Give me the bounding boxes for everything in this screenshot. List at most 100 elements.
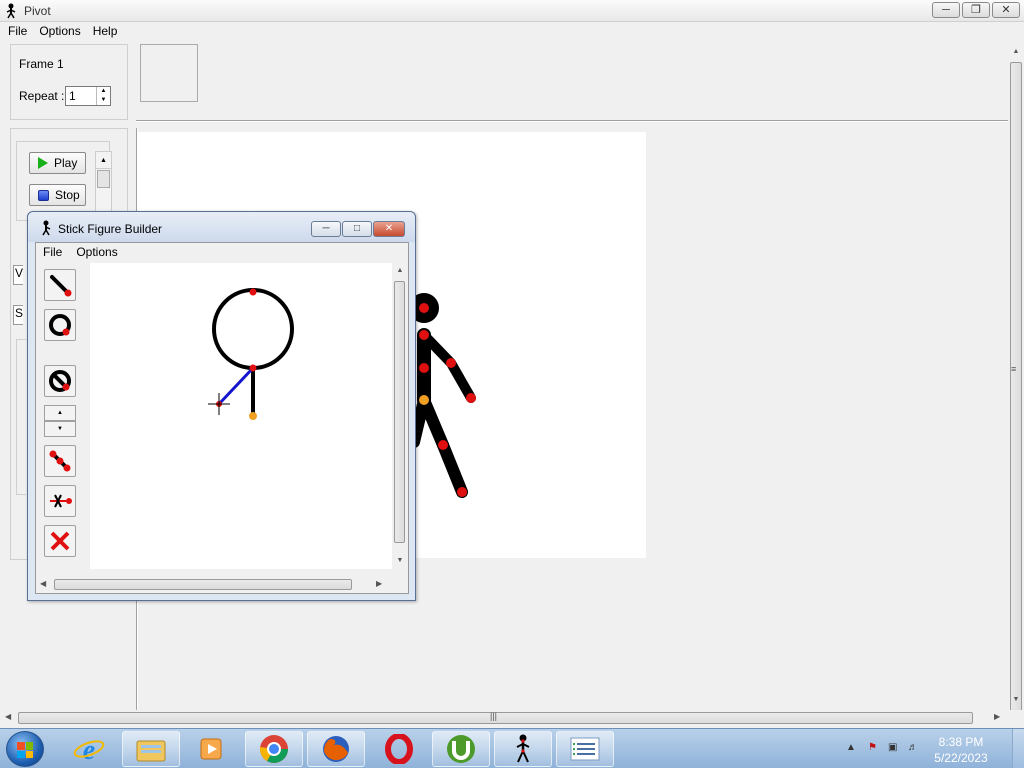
builder-app-icon bbox=[42, 220, 51, 236]
partial-group bbox=[16, 339, 26, 495]
taskbar-internet-explorer[interactable]: e bbox=[60, 731, 118, 767]
chrome-icon bbox=[260, 735, 288, 763]
stop-button[interactable]: Stop bbox=[29, 184, 86, 206]
builder-menu-options[interactable]: Options bbox=[69, 243, 124, 261]
windows-logo-icon bbox=[17, 742, 33, 758]
taskbar-file-explorer[interactable] bbox=[122, 731, 180, 767]
taskbar-pivot[interactable] bbox=[494, 731, 552, 767]
show-hidden-icons-icon[interactable]: ▲ bbox=[846, 742, 860, 756]
frame-panel: Frame 1 Repeat : 1 ▲ ▼ bbox=[10, 44, 128, 120]
builder-scroll-down-icon[interactable]: ▼ bbox=[392, 553, 408, 569]
play-label: Play bbox=[54, 156, 78, 170]
builder-scroll-right-icon[interactable]: ▶ bbox=[376, 579, 382, 588]
builder-vscroll-thumb[interactable] bbox=[394, 281, 405, 543]
menu-file[interactable]: File bbox=[2, 22, 33, 41]
scroll-grip-icon: ≡ bbox=[1011, 364, 1017, 374]
play-button[interactable]: Play bbox=[29, 152, 86, 174]
internet-explorer-icon: e bbox=[73, 735, 105, 765]
builder-vertical-scrollbar[interactable]: ▲ ▼ bbox=[392, 263, 408, 569]
stick-figure-builder-window[interactable]: Stick Figure Builder ─ □ ✕ File Options bbox=[27, 211, 416, 601]
scroll-left-icon[interactable]: ◀ bbox=[5, 712, 11, 721]
media-player-icon bbox=[200, 738, 222, 760]
frame-label: Frame 1 bbox=[19, 57, 64, 71]
taskbar-notes[interactable] bbox=[556, 731, 614, 767]
builder-title: Stick Figure Builder bbox=[58, 222, 163, 236]
thickness-up-icon[interactable]: ▲ bbox=[44, 405, 76, 421]
firefox-icon bbox=[323, 736, 349, 762]
taskbar-firefox[interactable] bbox=[307, 731, 365, 767]
frame-thumbnail[interactable] bbox=[140, 44, 198, 102]
taskbar-utorrent[interactable] bbox=[432, 731, 490, 767]
builder-horizontal-scrollbar[interactable]: ◀ ▶ bbox=[36, 577, 392, 593]
add-line-tool[interactable] bbox=[44, 269, 76, 301]
close-button[interactable]: ✕ bbox=[992, 2, 1020, 18]
spinner-arrows-icon[interactable]: ▲ ▼ bbox=[96, 87, 110, 105]
repeat-label: Repeat : bbox=[19, 89, 65, 103]
pivot-app-icon bbox=[6, 3, 16, 19]
taskbar-opera[interactable] bbox=[370, 731, 428, 767]
builder-close-button[interactable]: ✕ bbox=[373, 221, 405, 237]
repeat-value[interactable]: 1 bbox=[69, 89, 76, 103]
scroll-up-icon[interactable]: ▲ bbox=[1008, 44, 1024, 60]
utorrent-icon bbox=[447, 735, 475, 763]
builder-maximize-button[interactable]: □ bbox=[342, 221, 372, 237]
taskbar: e ▲ ⚑ ▣ ♬ 8:38 PM 5/22/2023 bbox=[0, 728, 1024, 768]
scroll-down-icon[interactable]: ▼ bbox=[1008, 692, 1024, 708]
scroll-up-arrow-icon[interactable]: ▲ bbox=[96, 152, 111, 169]
duplicate-segment-icon bbox=[49, 450, 71, 472]
partial-field-top: V bbox=[13, 265, 23, 285]
play-icon bbox=[38, 157, 48, 169]
thickness-down-icon[interactable]: ▼ bbox=[44, 421, 76, 437]
builder-titlebar[interactable]: Stick Figure Builder ─ □ ✕ bbox=[28, 212, 415, 242]
add-circle-icon bbox=[49, 314, 71, 336]
volume-muted-icon[interactable]: ♬ bbox=[908, 742, 922, 756]
vertical-scroll-thumb[interactable] bbox=[1010, 62, 1022, 718]
stop-icon bbox=[38, 189, 49, 201]
minimize-button[interactable]: ─ bbox=[932, 2, 960, 18]
menu-options[interactable]: Options bbox=[33, 22, 86, 41]
taskbar-clock[interactable]: 8:38 PM 5/22/2023 bbox=[926, 734, 996, 766]
builder-hscroll-thumb[interactable] bbox=[54, 579, 352, 590]
partial-field-bottom: S bbox=[13, 305, 23, 325]
builder-stick-figure[interactable] bbox=[90, 263, 392, 569]
opera-icon bbox=[385, 734, 413, 764]
builder-drawing-area[interactable] bbox=[90, 263, 392, 569]
timeline-divider bbox=[136, 120, 1008, 122]
delete-tool[interactable] bbox=[44, 525, 76, 557]
network-icon[interactable]: ▣ bbox=[888, 742, 902, 756]
main-menubar: File Options Help bbox=[0, 22, 1024, 41]
add-line-icon bbox=[50, 275, 72, 297]
speed-scroll-thumb[interactable] bbox=[97, 170, 110, 188]
builder-scroll-left-icon[interactable]: ◀ bbox=[40, 579, 46, 588]
main-horizontal-scrollbar[interactable]: ◀ ||| ▶ bbox=[0, 710, 1024, 727]
folder-icon bbox=[136, 740, 166, 762]
start-button[interactable] bbox=[6, 731, 44, 767]
restore-button[interactable]: ❐ bbox=[962, 2, 990, 18]
circle-toggle-icon bbox=[49, 370, 71, 392]
clock-date: 5/22/2023 bbox=[934, 751, 988, 765]
static-segment-tool[interactable] bbox=[44, 485, 76, 517]
builder-scroll-up-icon[interactable]: ▲ bbox=[392, 263, 408, 279]
system-tray: ▲ ⚑ ▣ ♬ 8:38 PM 5/22/2023 bbox=[834, 729, 1024, 768]
show-desktop-button[interactable] bbox=[1012, 729, 1024, 768]
pivot-stick-figure-icon bbox=[516, 734, 530, 763]
taskbar-media-player[interactable] bbox=[182, 731, 240, 767]
action-center-icon[interactable]: ⚑ bbox=[868, 742, 882, 756]
duplicate-segment-tool[interactable] bbox=[44, 445, 76, 477]
add-circle-tool[interactable] bbox=[44, 309, 76, 341]
window-title: Pivot bbox=[24, 4, 51, 18]
menu-help[interactable]: Help bbox=[87, 22, 124, 41]
builder-minimize-button[interactable]: ─ bbox=[311, 221, 341, 237]
clock-time: 8:38 PM bbox=[938, 735, 984, 749]
repeat-spinner[interactable]: 1 ▲ ▼ bbox=[65, 86, 111, 106]
thickness-spinner[interactable]: ▲ ▼ bbox=[44, 405, 76, 437]
taskbar-chrome[interactable] bbox=[245, 731, 303, 767]
builder-toolbar: ▲ ▼ bbox=[38, 263, 86, 563]
notes-list-icon bbox=[570, 737, 600, 761]
static-segment-icon bbox=[50, 494, 72, 508]
main-titlebar: Pivot ─ ❐ ✕ bbox=[0, 0, 1024, 22]
circle-toggle-tool[interactable] bbox=[44, 365, 76, 397]
scroll-right-icon[interactable]: ▶ bbox=[994, 712, 1000, 721]
builder-menu-file[interactable]: File bbox=[36, 243, 69, 261]
main-vertical-scrollbar[interactable]: ▲ ≡ ▼ bbox=[1008, 44, 1024, 718]
